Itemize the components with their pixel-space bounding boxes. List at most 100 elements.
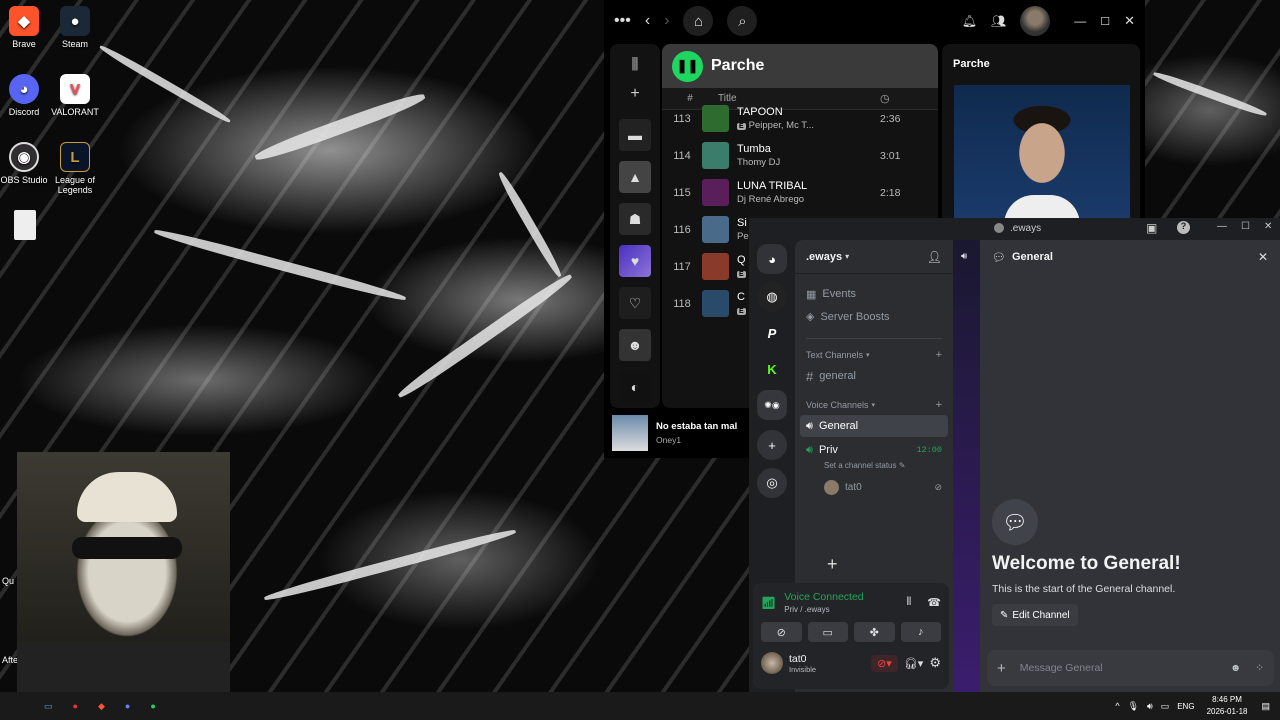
taskbar-app-icon[interactable]: ● bbox=[73, 701, 78, 711]
invite-icon[interactable]: 👤︎ bbox=[927, 250, 942, 264]
track-row[interactable]: 115 LUNA TRIBAL Dj René Abrego 2:18 bbox=[662, 174, 938, 211]
explore-icon[interactable]: ◎ bbox=[757, 468, 787, 498]
kick-icon[interactable]: K bbox=[757, 354, 787, 384]
library-item[interactable]: ▲ bbox=[619, 161, 651, 193]
emoji-icon[interactable]: ☻ bbox=[1230, 662, 1241, 674]
taskbar-app-icon[interactable]: ◆ bbox=[98, 701, 105, 712]
forward-icon[interactable]: › bbox=[664, 12, 669, 30]
desktop-icon-valorant[interactable]: V VALORANT bbox=[45, 74, 105, 117]
minimize-icon[interactable]: — bbox=[1217, 221, 1227, 232]
mic-muted-button[interactable]: ⊘▾ bbox=[871, 654, 898, 672]
liked-songs-item[interactable]: ♥ bbox=[619, 245, 651, 277]
server-icon[interactable]: P bbox=[757, 318, 787, 348]
library-item[interactable]: ▬ bbox=[619, 119, 651, 151]
track-artist: Pe bbox=[737, 231, 749, 242]
library-item[interactable]: ◐ bbox=[619, 371, 651, 403]
voice-connected-label[interactable]: Voice Connected bbox=[784, 591, 863, 603]
voice-channel-priv[interactable]: 🔊︎ Priv 12:00 bbox=[795, 439, 953, 461]
avatar[interactable] bbox=[1020, 6, 1051, 36]
track-row[interactable]: 113 TAPOON E Peipper, Mc T... 2:36 bbox=[662, 100, 938, 137]
add-icon[interactable]: + bbox=[827, 554, 838, 575]
voice-panel-strip: 🔊︎ bbox=[953, 240, 980, 692]
discord-home-icon[interactable]: ◕ bbox=[757, 244, 787, 274]
now-playing-bar: No estaba tan mal Oney1 bbox=[604, 408, 749, 458]
voice-channel-general[interactable]: 🔊︎ General bbox=[800, 415, 948, 437]
taskbar-app-icon[interactable]: ● bbox=[150, 701, 155, 711]
minimize-icon[interactable]: — bbox=[1074, 14, 1086, 28]
voice-path[interactable]: Priv / .eways bbox=[784, 605, 863, 614]
now-playing-title[interactable]: No estaba tan mal bbox=[656, 421, 737, 432]
volume-icon[interactable]: 🔊︎ bbox=[1147, 701, 1153, 712]
add-icon[interactable]: + bbox=[610, 85, 660, 103]
add-attachment-icon[interactable]: + bbox=[997, 660, 1006, 677]
bell-icon[interactable]: 🔔︎ bbox=[962, 14, 977, 28]
voice-member[interactable]: tat0 ⊘ bbox=[795, 476, 953, 498]
track-artist: Dj René Abrego bbox=[737, 194, 805, 205]
library-icon[interactable]: ⫼ bbox=[610, 56, 660, 73]
soundboard-button[interactable]: ♪ bbox=[900, 622, 941, 642]
channel-status[interactable]: Set a channel status ✎ bbox=[795, 461, 953, 470]
category-voice-channels[interactable]: Voice Channels ▾ + bbox=[795, 395, 953, 415]
add-server-icon[interactable]: + bbox=[757, 430, 787, 460]
library-item[interactable]: ☻ bbox=[619, 329, 651, 361]
add-channel-icon[interactable]: + bbox=[936, 399, 942, 411]
back-icon[interactable]: ‹ bbox=[645, 12, 650, 30]
notifications-icon[interactable]: ▤ bbox=[1261, 701, 1270, 712]
disconnect-icon[interactable]: ☎ bbox=[927, 596, 941, 609]
server-header[interactable]: .eways ▾ 👤︎ bbox=[795, 240, 953, 274]
search-icon[interactable]: ⌕ bbox=[727, 6, 758, 36]
calendar-icon: ▦ bbox=[806, 288, 817, 301]
close-icon[interactable]: ✕ bbox=[1264, 221, 1272, 232]
library-item[interactable]: ☗ bbox=[619, 203, 651, 235]
signal-icon: 📶︎ bbox=[761, 595, 777, 610]
close-icon[interactable]: ✕ bbox=[1124, 13, 1135, 29]
avatar bbox=[824, 479, 839, 495]
screen-share-button[interactable]: ▭ bbox=[807, 622, 848, 642]
friends-icon[interactable]: 👥︎ bbox=[991, 14, 1006, 28]
noise-suppression-icon[interactable]: ⦀ bbox=[906, 596, 911, 609]
help-icon[interactable]: ? bbox=[1177, 221, 1190, 234]
desktop-icon-steam[interactable]: ● Steam bbox=[45, 6, 105, 49]
pause-button[interactable]: ❚❚ bbox=[672, 50, 703, 82]
mic-muted-icon: ⊘ bbox=[934, 481, 942, 492]
edit-channel-button[interactable]: ✎ Edit Channel bbox=[992, 604, 1078, 626]
camera-off-button[interactable]: ⊘ bbox=[761, 622, 802, 642]
inbox-icon[interactable]: ▣ bbox=[1146, 221, 1157, 235]
maximize-icon[interactable]: ☐ bbox=[1241, 221, 1250, 232]
clock-icon: ◷ bbox=[880, 93, 890, 105]
server-folder-icon[interactable]: ✺◉ bbox=[757, 390, 787, 420]
user-avatar[interactable] bbox=[761, 652, 783, 674]
speaker-icon: 🔊︎ bbox=[806, 443, 813, 456]
library-item[interactable]: ♡ bbox=[619, 287, 651, 319]
taskbar-app-icon[interactable]: ▭ bbox=[44, 701, 53, 712]
settings-icon[interactable]: ⚙ bbox=[929, 655, 941, 671]
chevron-up-icon[interactable]: ^ bbox=[1115, 701, 1119, 711]
explicit-badge: E bbox=[737, 308, 746, 315]
category-text-channels[interactable]: Text Channels ▾ + bbox=[795, 345, 953, 365]
mic-icon[interactable]: 🎙︎ bbox=[1128, 701, 1139, 712]
add-channel-icon[interactable]: + bbox=[936, 349, 942, 361]
speaker-icon[interactable]: 🔊︎ bbox=[961, 251, 967, 262]
headphones-button[interactable]: 🎧︎▾ bbox=[904, 657, 924, 670]
network-icon[interactable]: ▭ bbox=[1161, 701, 1170, 712]
maximize-icon[interactable]: ☐ bbox=[1100, 15, 1110, 28]
channel-general-text[interactable]: # general bbox=[795, 365, 953, 387]
apps-icon[interactable]: ⁘ bbox=[1255, 662, 1264, 674]
events-item[interactable]: ▦ Events bbox=[795, 283, 953, 305]
home-icon[interactable]: ⌂ bbox=[683, 6, 714, 36]
desktop-icon-file[interactable] bbox=[0, 210, 55, 243]
now-playing-artist[interactable]: Oney1 bbox=[656, 435, 737, 445]
taskbar-app-icon[interactable]: ● bbox=[125, 701, 130, 711]
desktop-icon-league[interactable]: L League of Legends bbox=[45, 142, 105, 195]
activities-button[interactable]: ✤ bbox=[854, 622, 895, 642]
clock[interactable]: 8:46 PM 2026-01-18 bbox=[1207, 694, 1248, 718]
server-icon[interactable]: ◍ bbox=[757, 282, 787, 312]
server-boosts-item[interactable]: ◈ Server Boosts bbox=[795, 305, 953, 328]
more-icon[interactable]: ••• bbox=[614, 12, 631, 30]
track-title: TAPOON bbox=[737, 106, 783, 118]
now-playing-art[interactable] bbox=[612, 415, 648, 451]
language-indicator[interactable]: ENG bbox=[1177, 702, 1194, 711]
track-row[interactable]: 114 Tumba Thomy DJ 3:01 bbox=[662, 137, 938, 174]
message-input[interactable]: + Message General ☻ ⁘ bbox=[987, 650, 1274, 686]
close-icon[interactable]: ✕ bbox=[1258, 250, 1268, 264]
